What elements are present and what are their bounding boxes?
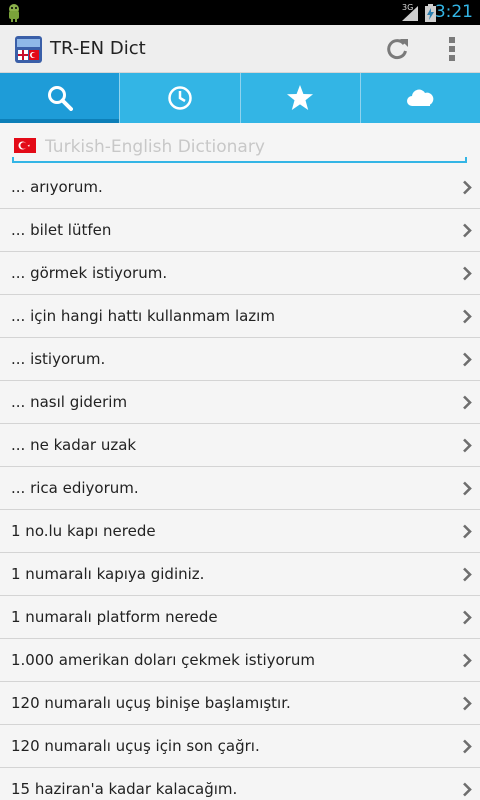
android-notification-icon (9, 4, 19, 22)
chevron-right-icon (463, 696, 472, 711)
tab-search[interactable] (0, 73, 121, 123)
phrase-text: ... bilet lütfen (11, 221, 112, 239)
status-clock: 3:21 (434, 2, 473, 22)
phrase-text: 1 no.lu kapı nerede (11, 522, 156, 540)
list-item[interactable]: ... görmek istiyorum. (0, 252, 480, 295)
chevron-right-icon (463, 782, 472, 797)
chevron-right-icon (463, 395, 472, 410)
app-title: TR-EN Dict (50, 38, 146, 59)
chevron-right-icon (463, 266, 472, 281)
chevron-right-icon (463, 610, 472, 625)
search-input[interactable] (45, 135, 455, 159)
search-area (0, 123, 480, 166)
chevron-right-icon (463, 653, 472, 668)
list-item[interactable]: ... arıyorum. (0, 166, 480, 209)
phrase-text: ... ne kadar uzak (11, 436, 137, 454)
signal-icon (402, 6, 418, 21)
list-item[interactable]: ... bilet lütfen (0, 209, 480, 252)
list-item[interactable]: 1 no.lu kapı nerede (0, 510, 480, 553)
chevron-right-icon (463, 481, 472, 496)
list-item[interactable]: ... için hangi hattı kullanmam lazım (0, 295, 480, 338)
list-item[interactable]: 15 haziran'a kadar kalacağım. (0, 768, 480, 800)
overflow-menu-icon (449, 37, 455, 61)
status-bar: 3G 3:21 (0, 0, 480, 25)
list-item[interactable]: 1.000 amerikan doları çekmek istiyorum (0, 639, 480, 682)
overflow-menu-button[interactable] (437, 29, 467, 69)
phrase-text: 1 numaralı kapıya gidiniz. (11, 565, 205, 583)
tab-favorites[interactable] (241, 73, 361, 123)
phrase-text: 1 numaralı platform nerede (11, 608, 218, 626)
phrase-text: ... için hangi hattı kullanmam lazım (11, 307, 275, 325)
favorites-star-icon (287, 85, 314, 110)
app-logo-icon (15, 36, 42, 63)
list-item[interactable]: 1 numaralı platform nerede (0, 596, 480, 639)
phrase-text: 1.000 amerikan doları çekmek istiyorum (11, 651, 315, 669)
chevron-right-icon (463, 438, 472, 453)
phrase-list: ... arıyorum. ... bilet lütfen ... görmek … (0, 166, 480, 800)
phrase-text: ... nasıl giderim (11, 393, 128, 411)
list-item[interactable]: 120 numaralı uçuş binişe başlamıştır. (0, 682, 480, 725)
history-clock-icon (168, 86, 192, 110)
chevron-right-icon (463, 524, 472, 539)
phrase-text: 120 numaralı uçuş için son çağrı. (11, 737, 260, 755)
action-bar: TR-EN Dict (0, 25, 480, 73)
cloud-icon (407, 89, 434, 106)
refresh-icon (387, 39, 408, 60)
list-item[interactable]: ... rica ediyorum. (0, 467, 480, 510)
chevron-right-icon (463, 567, 472, 582)
phrase-text: ... rica ediyorum. (11, 479, 139, 497)
list-item[interactable]: 120 numaralı uçuş için son çağrı. (0, 725, 480, 768)
refresh-button[interactable] (377, 29, 417, 69)
list-item[interactable]: ... ne kadar uzak (0, 424, 480, 467)
chevron-right-icon (463, 739, 472, 754)
tab-bar (0, 73, 480, 123)
phrase-text: 120 numaralı uçuş binişe başlamıştır. (11, 694, 291, 712)
phrase-text: 15 haziran'a kadar kalacağım. (11, 780, 238, 798)
phrase-text: ... istiyorum. (11, 350, 106, 368)
turkey-flag-icon (14, 138, 36, 153)
phrase-text: ... görmek istiyorum. (11, 264, 168, 282)
search-icon (47, 86, 73, 111)
chevron-right-icon (463, 223, 472, 238)
chevron-right-icon (463, 352, 472, 367)
tab-cloud[interactable] (361, 73, 480, 123)
phrase-text: ... arıyorum. (11, 178, 103, 196)
search-underline (12, 157, 467, 163)
tab-history[interactable] (120, 73, 241, 123)
list-item[interactable]: 1 numaralı kapıya gidiniz. (0, 553, 480, 596)
list-item[interactable]: ... istiyorum. (0, 338, 480, 381)
list-item[interactable]: ... nasıl giderim (0, 381, 480, 424)
chevron-right-icon (463, 180, 472, 195)
chevron-right-icon (463, 309, 472, 324)
